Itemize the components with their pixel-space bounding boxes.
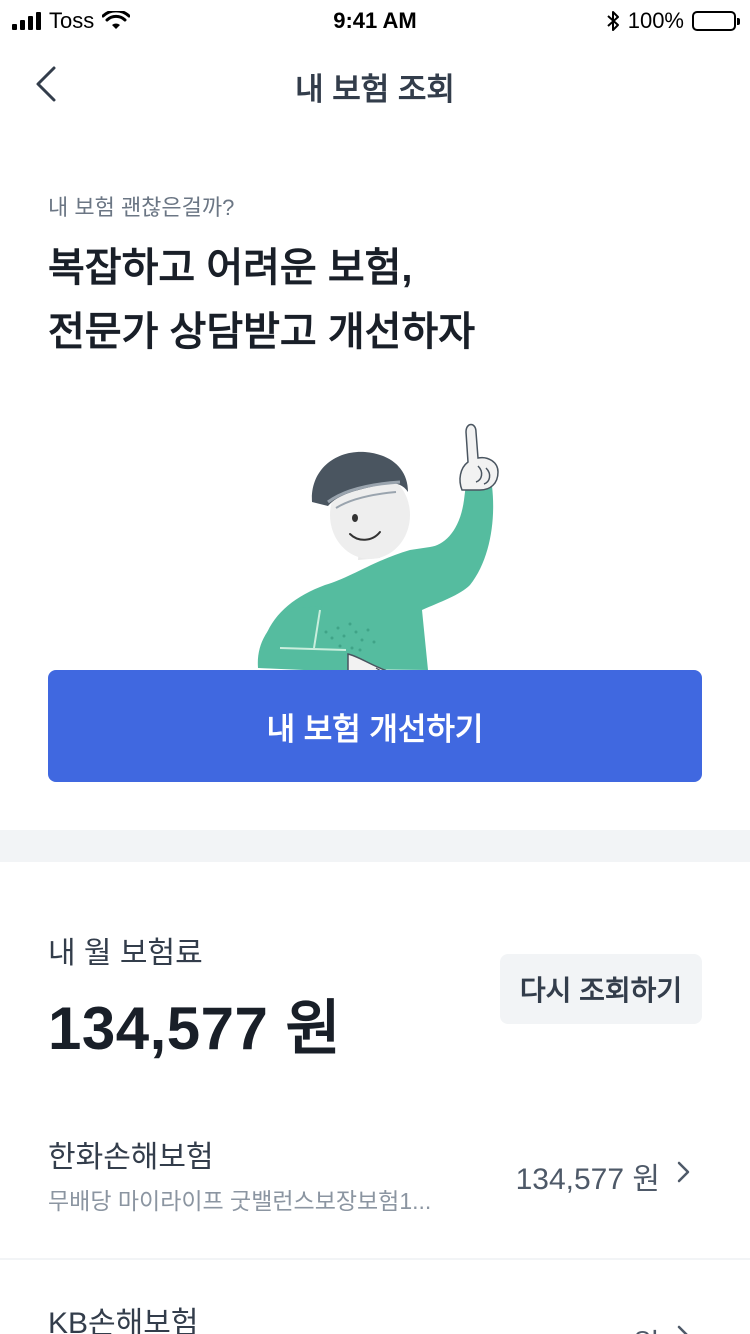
- status-bar: Toss 9:41 AM 100%: [0, 0, 750, 40]
- nav-bar: 내 보험 조회: [0, 40, 750, 128]
- bluetooth-icon: [607, 11, 619, 31]
- chevron-left-icon: [36, 66, 56, 102]
- hero-eyebrow: 내 보험 괜찮은걸까?: [48, 195, 235, 220]
- chevron-right-icon: [677, 1325, 688, 1334]
- page-title: 내 보험 조회: [295, 72, 455, 107]
- policy-amount: 134,577 원: [515, 1163, 660, 1196]
- policy-row[interactable]: KB손해보험 0 원: [0, 1286, 750, 1334]
- improve-insurance-button[interactable]: 내 보험 개선하기: [48, 670, 702, 782]
- battery-percent: 100%: [627, 8, 684, 33]
- policy-company: KB손해보험: [48, 1307, 199, 1334]
- back-button[interactable]: [28, 62, 68, 106]
- chevron-right-icon: [677, 1161, 690, 1183]
- policy-company: 한화손해보험: [48, 1141, 214, 1174]
- status-right: 100%: [606, 8, 740, 34]
- policy-row[interactable]: 한화손해보험 무배당 마이라이프 굿밸런스보장보험1... 134,577 원: [0, 1120, 750, 1260]
- section-divider: [0, 830, 750, 862]
- battery-icon: [692, 11, 740, 31]
- row-divider: [0, 1258, 750, 1260]
- policy-product: 무배당 마이라이프 굿밸런스보장보험1...: [48, 1188, 432, 1214]
- person-pointing-up-illustration: [257, 423, 499, 687]
- monthly-premium-amount: 134,577 원: [48, 995, 342, 1062]
- headline-line-2: 전문가 상담받고 개선하자: [48, 310, 476, 354]
- headline-line-1: 복잡하고 어려운 보험,: [48, 246, 413, 290]
- hero-headline: 복잡하고 어려운 보험, 전문가 상담받고 개선하자: [48, 236, 475, 364]
- monthly-premium-label: 내 월 보험료: [48, 937, 203, 970]
- policy-amount: 0 원: [607, 1320, 660, 1334]
- refresh-button[interactable]: 다시 조회하기: [500, 954, 702, 1024]
